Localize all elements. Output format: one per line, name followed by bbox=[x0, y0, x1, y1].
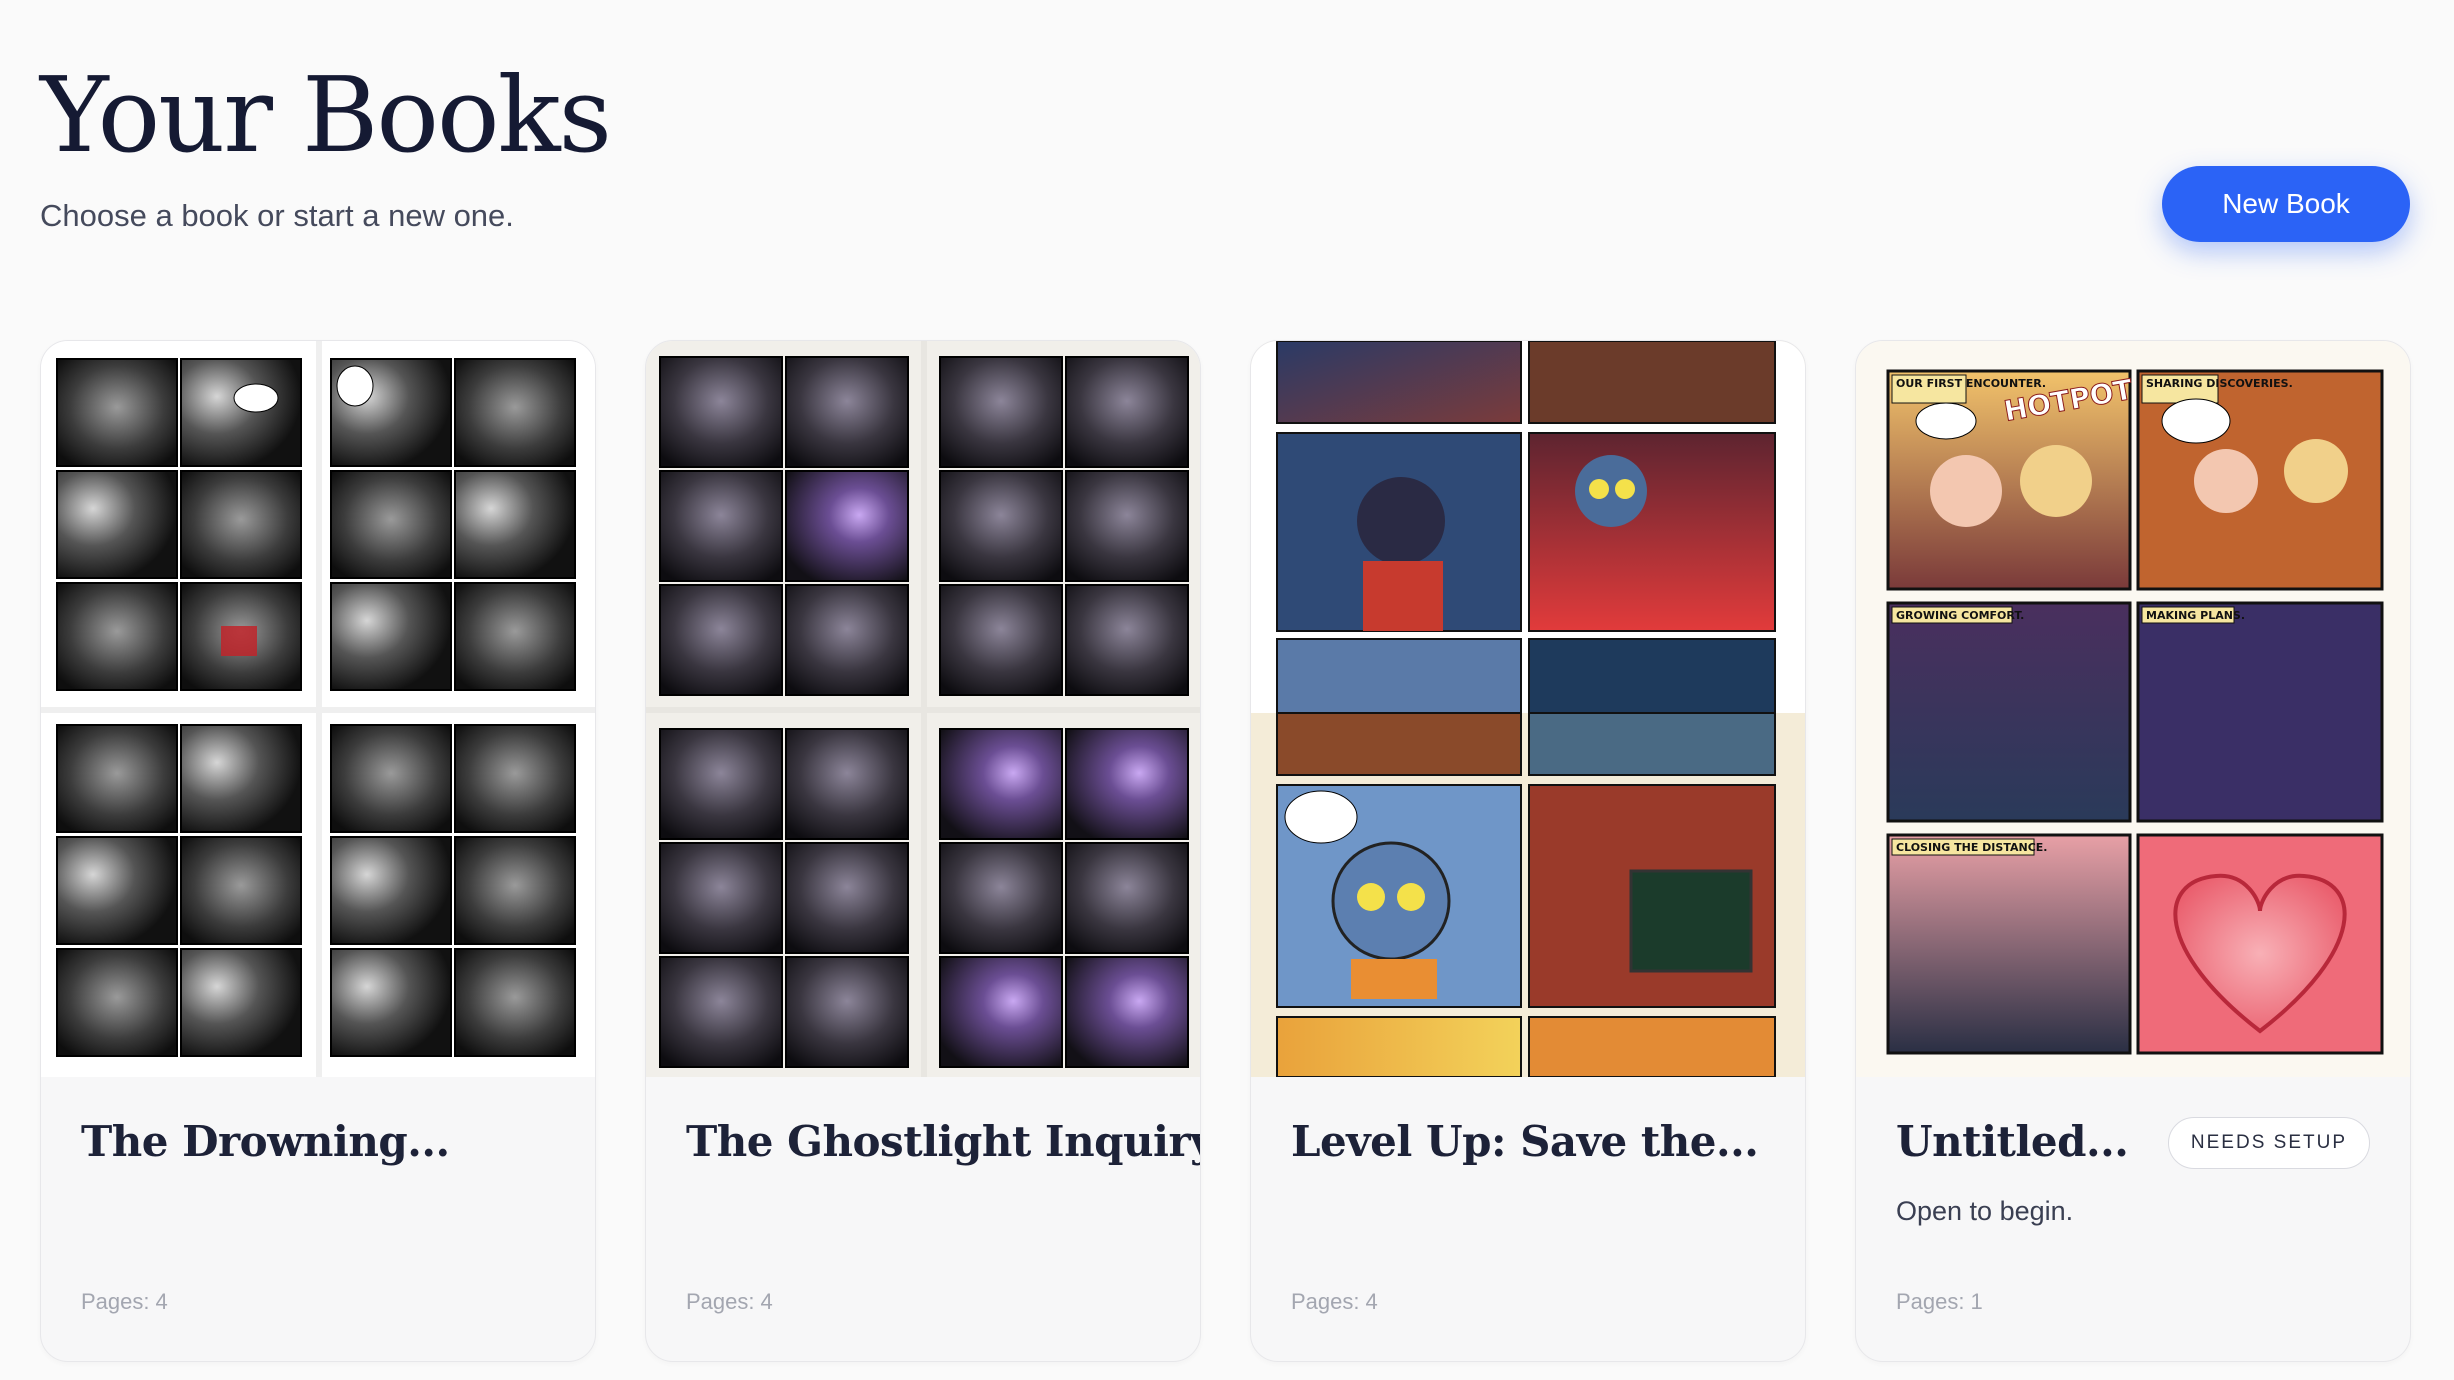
book-page-count: Pages: 1 bbox=[1896, 1289, 1983, 1315]
book-title: The Drowning... bbox=[81, 1117, 450, 1166]
panel-caption: MAKING PLANS. bbox=[2146, 609, 2245, 622]
book-card[interactable]: OUR FIRST ENCOUNTER. SHARING DISCOVERIES… bbox=[1855, 340, 2411, 1362]
book-cover-image bbox=[646, 341, 1200, 1077]
book-title: Level Up: Save the... bbox=[1291, 1117, 1759, 1166]
page-subtitle: Choose a book or start a new one. bbox=[40, 198, 514, 234]
book-page-count-label: Pages: bbox=[686, 1289, 755, 1314]
page-title: Your Books bbox=[40, 54, 612, 176]
panel-caption: CLOSING THE DISTANCE. bbox=[1896, 841, 2047, 854]
status-badge: NEEDS SETUP bbox=[2167, 1117, 2370, 1169]
book-description: Open to begin. bbox=[1896, 1196, 2074, 1226]
book-page-count: Pages: 4 bbox=[81, 1289, 168, 1315]
book-page-count-label: Pages: bbox=[1896, 1289, 1965, 1314]
panel-caption: GROWING COMFORT. bbox=[1896, 609, 2024, 622]
panel-caption: OUR FIRST ENCOUNTER. bbox=[1896, 377, 2046, 390]
book-page-count-label: Pages: bbox=[1291, 1289, 1360, 1314]
new-book-button[interactable]: New Book bbox=[2162, 166, 2410, 242]
book-card-body: Untitled... NEEDS SETUP Open to begin. P… bbox=[1856, 1077, 2410, 1361]
book-card-body: The Ghostlight Inquiry Pages: 4 bbox=[646, 1077, 1201, 1361]
page-header: Your Books Choose a book or start a new … bbox=[40, 54, 612, 234]
book-card[interactable]: The Ghostlight Inquiry Pages: 4 bbox=[645, 340, 1201, 1362]
book-cover-image bbox=[1251, 341, 1805, 1077]
book-page-count-value: 4 bbox=[1365, 1289, 1378, 1314]
book-page-count-value: 4 bbox=[760, 1289, 773, 1314]
book-card[interactable]: The Drowning... Pages: 4 bbox=[40, 340, 596, 1362]
book-cover-image bbox=[41, 341, 595, 1077]
book-page-count: Pages: 4 bbox=[1291, 1289, 1378, 1315]
book-grid: The Drowning... Pages: 4 The Ghostlight … bbox=[40, 340, 2414, 1362]
book-title: The Ghostlight Inquiry bbox=[686, 1117, 1201, 1166]
book-card-body: The Drowning... Pages: 4 bbox=[41, 1077, 595, 1361]
book-page-count: Pages: 4 bbox=[686, 1289, 773, 1315]
book-card[interactable]: Level Up: Save the... Pages: 4 bbox=[1250, 340, 1806, 1362]
book-page-count-value: 1 bbox=[1970, 1289, 1983, 1314]
book-page-count-value: 4 bbox=[155, 1289, 168, 1314]
book-cover-image: OUR FIRST ENCOUNTER. SHARING DISCOVERIES… bbox=[1856, 341, 2410, 1077]
book-page-count-label: Pages: bbox=[81, 1289, 150, 1314]
panel-caption: SHARING DISCOVERIES. bbox=[2146, 377, 2293, 390]
book-card-body: Level Up: Save the... Pages: 4 bbox=[1251, 1077, 1805, 1361]
